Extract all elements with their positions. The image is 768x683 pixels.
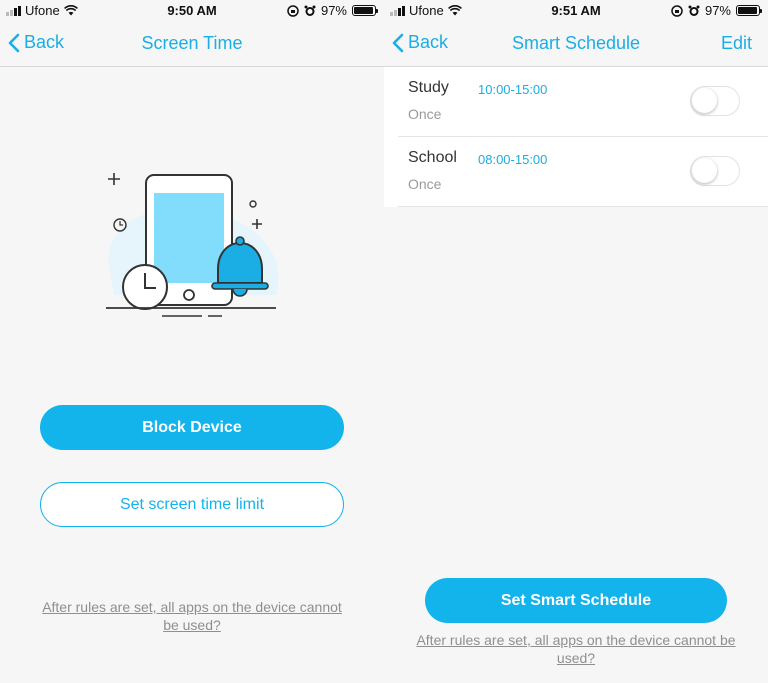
alarm-icon: [688, 5, 700, 16]
screen-time-screen: Ufone 9:50 AM 97% Back Screen Time Block…: [0, 0, 384, 683]
schedule-toggle[interactable]: [690, 86, 740, 116]
schedule-list: Study 10:00-15:00 Once School 08:00-15:0…: [384, 67, 768, 207]
battery-percent: 97%: [320, 3, 347, 18]
schedule-row[interactable]: School 08:00-15:00 Once: [398, 137, 768, 207]
schedule-name: School: [408, 149, 457, 166]
edit-button[interactable]: Edit: [721, 33, 752, 54]
schedule-toggle[interactable]: [690, 156, 740, 186]
toggle-knob: [692, 158, 717, 183]
schedule-time: 08:00-15:00: [478, 152, 548, 167]
page-title: Screen Time: [141, 33, 243, 53]
schedule-frequency: Once: [408, 106, 442, 122]
battery-icon: [352, 5, 378, 16]
rules-help-link[interactable]: After rules are set, all apps on the dev…: [396, 631, 756, 667]
tablet-bell-illustration: [100, 163, 290, 323]
nav-bar: Back Smart Schedule Edit: [384, 22, 768, 67]
toggle-knob: [692, 88, 717, 113]
set-smart-schedule-button[interactable]: Set Smart Schedule: [425, 578, 727, 623]
block-device-button[interactable]: Block Device: [40, 405, 344, 450]
schedule-row[interactable]: Study 10:00-15:00 Once: [398, 67, 768, 137]
alarm-icon: [304, 5, 316, 16]
rotation-lock-icon: [671, 4, 683, 17]
smart-schedule-screen: Ufone 9:51 AM 97% Back Smart Schedule Ed…: [384, 0, 768, 683]
status-bar: Ufone 9:51 AM 97%: [384, 0, 768, 22]
battery-percent: 97%: [704, 3, 731, 18]
battery-icon: [736, 5, 762, 16]
schedule-time: 10:00-15:00: [478, 82, 548, 97]
rotation-lock-icon: [287, 4, 299, 17]
page-title: Smart Schedule: [511, 33, 641, 53]
set-screen-time-limit-button[interactable]: Set screen time limit: [40, 482, 344, 527]
schedule-frequency: Once: [408, 176, 442, 192]
rules-help-link[interactable]: After rules are set, all apps on the dev…: [40, 598, 344, 634]
schedule-name: Study: [408, 79, 449, 96]
nav-bar: Back Screen Time: [0, 22, 384, 67]
status-bar: Ufone 9:50 AM 97%: [0, 0, 384, 22]
